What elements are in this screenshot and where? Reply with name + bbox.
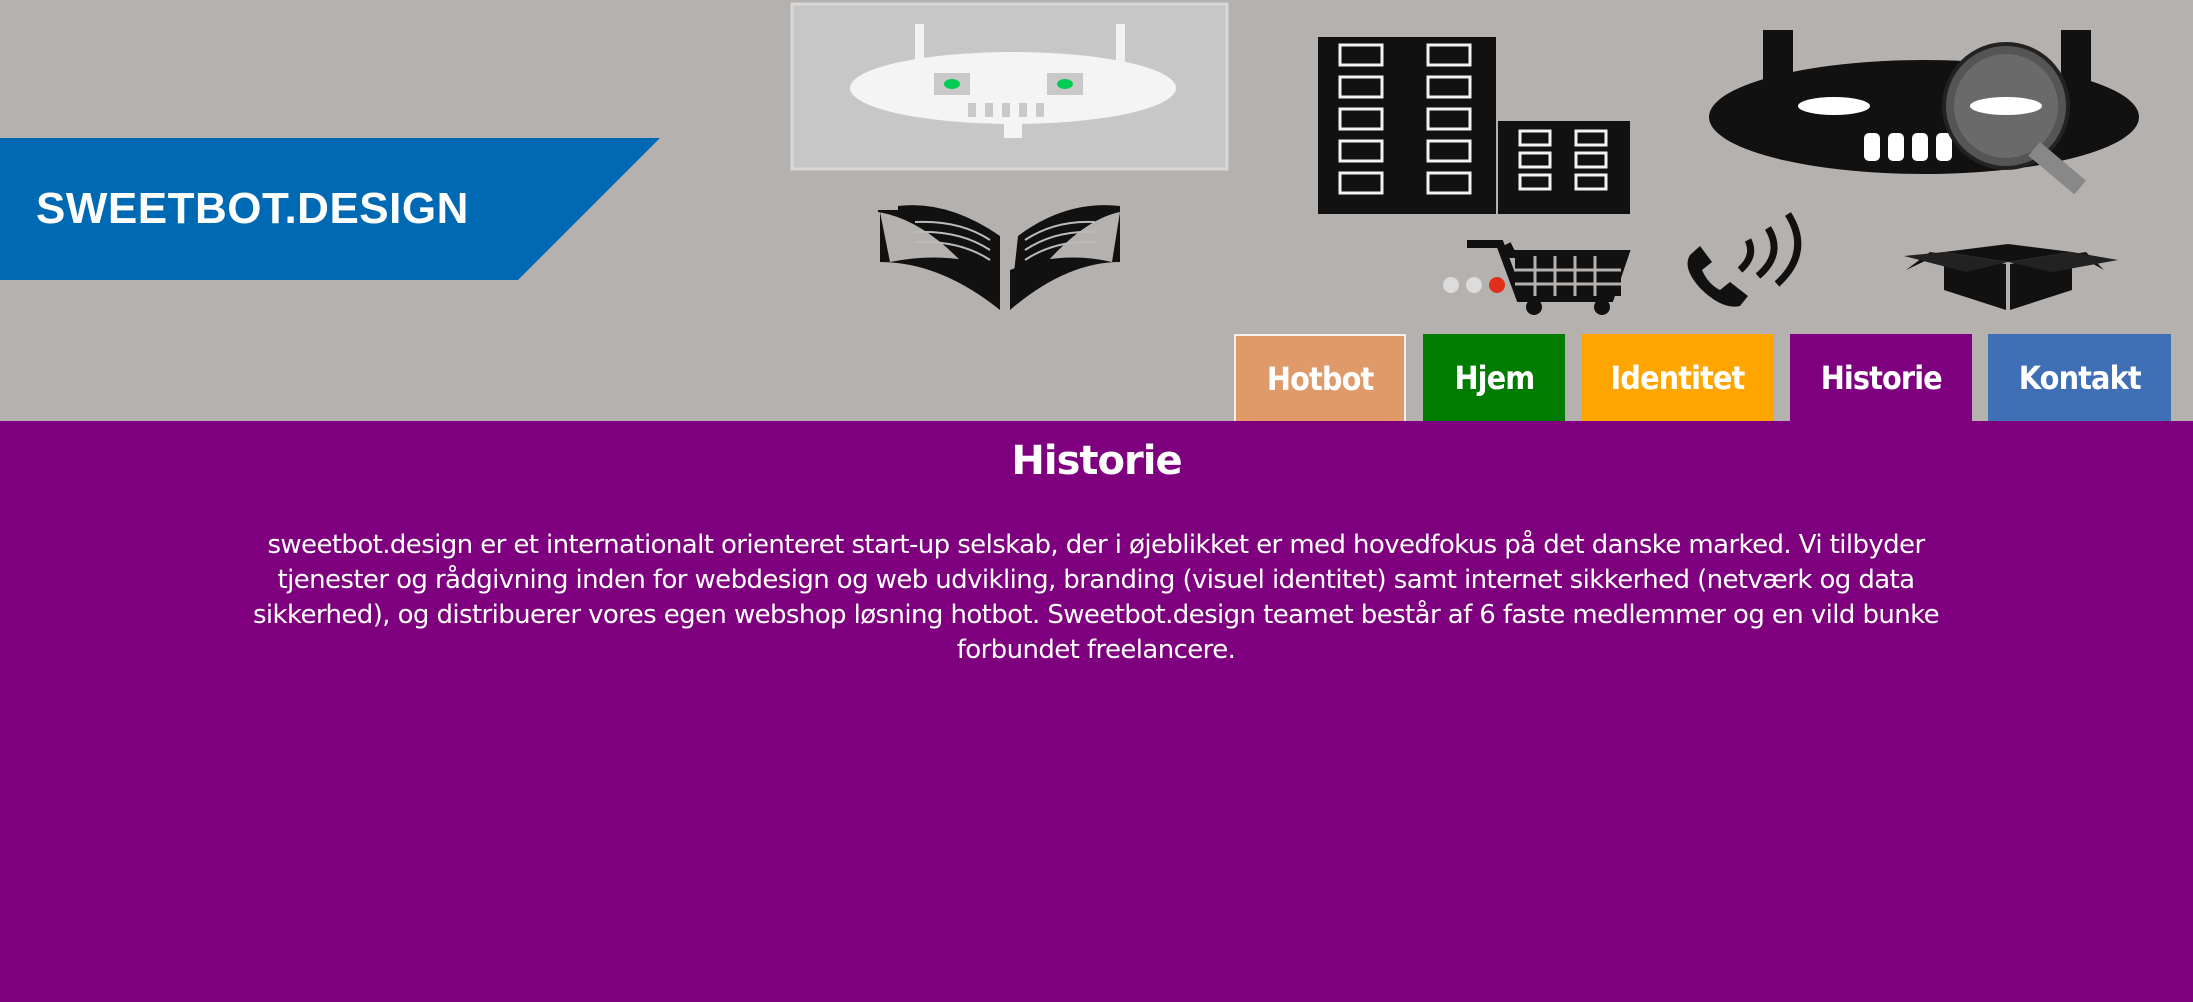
open-book-icon bbox=[878, 205, 1120, 310]
tab-identitet[interactable]: Identitet bbox=[1581, 334, 1774, 421]
tab-kontakt-label: Kontakt bbox=[2018, 358, 2142, 397]
tab-hjem-label: Hjem bbox=[1454, 358, 1535, 397]
open-box-icon bbox=[1904, 244, 2118, 310]
tab-historie-label: Historie bbox=[1820, 358, 1942, 397]
tab-hotbot-label: Hotbot bbox=[1266, 359, 1374, 398]
tab-hjem[interactable]: Hjem bbox=[1423, 334, 1565, 421]
phone-icon bbox=[1687, 212, 1802, 307]
shopping-cart-icon bbox=[1467, 240, 1631, 315]
page-title: Historie bbox=[1011, 438, 1182, 484]
tab-historie[interactable]: Historie bbox=[1790, 334, 1972, 421]
tab-identitet-label: Identitet bbox=[1610, 358, 1746, 397]
buildings-icon bbox=[1318, 37, 1630, 214]
magnifier-robot-icon bbox=[1709, 30, 2139, 195]
site-logo[interactable]: SWEETBOT.DESIGN bbox=[36, 184, 469, 234]
history-text: sweetbot.design er et internationalt ori… bbox=[252, 530, 1940, 665]
carousel-dots[interactable] bbox=[1443, 277, 1505, 293]
tab-kontakt[interactable]: Kontakt bbox=[1988, 334, 2171, 421]
tab-hotbot[interactable]: Hotbot bbox=[1234, 334, 1406, 421]
robot-face-icon bbox=[790, 2, 1229, 171]
